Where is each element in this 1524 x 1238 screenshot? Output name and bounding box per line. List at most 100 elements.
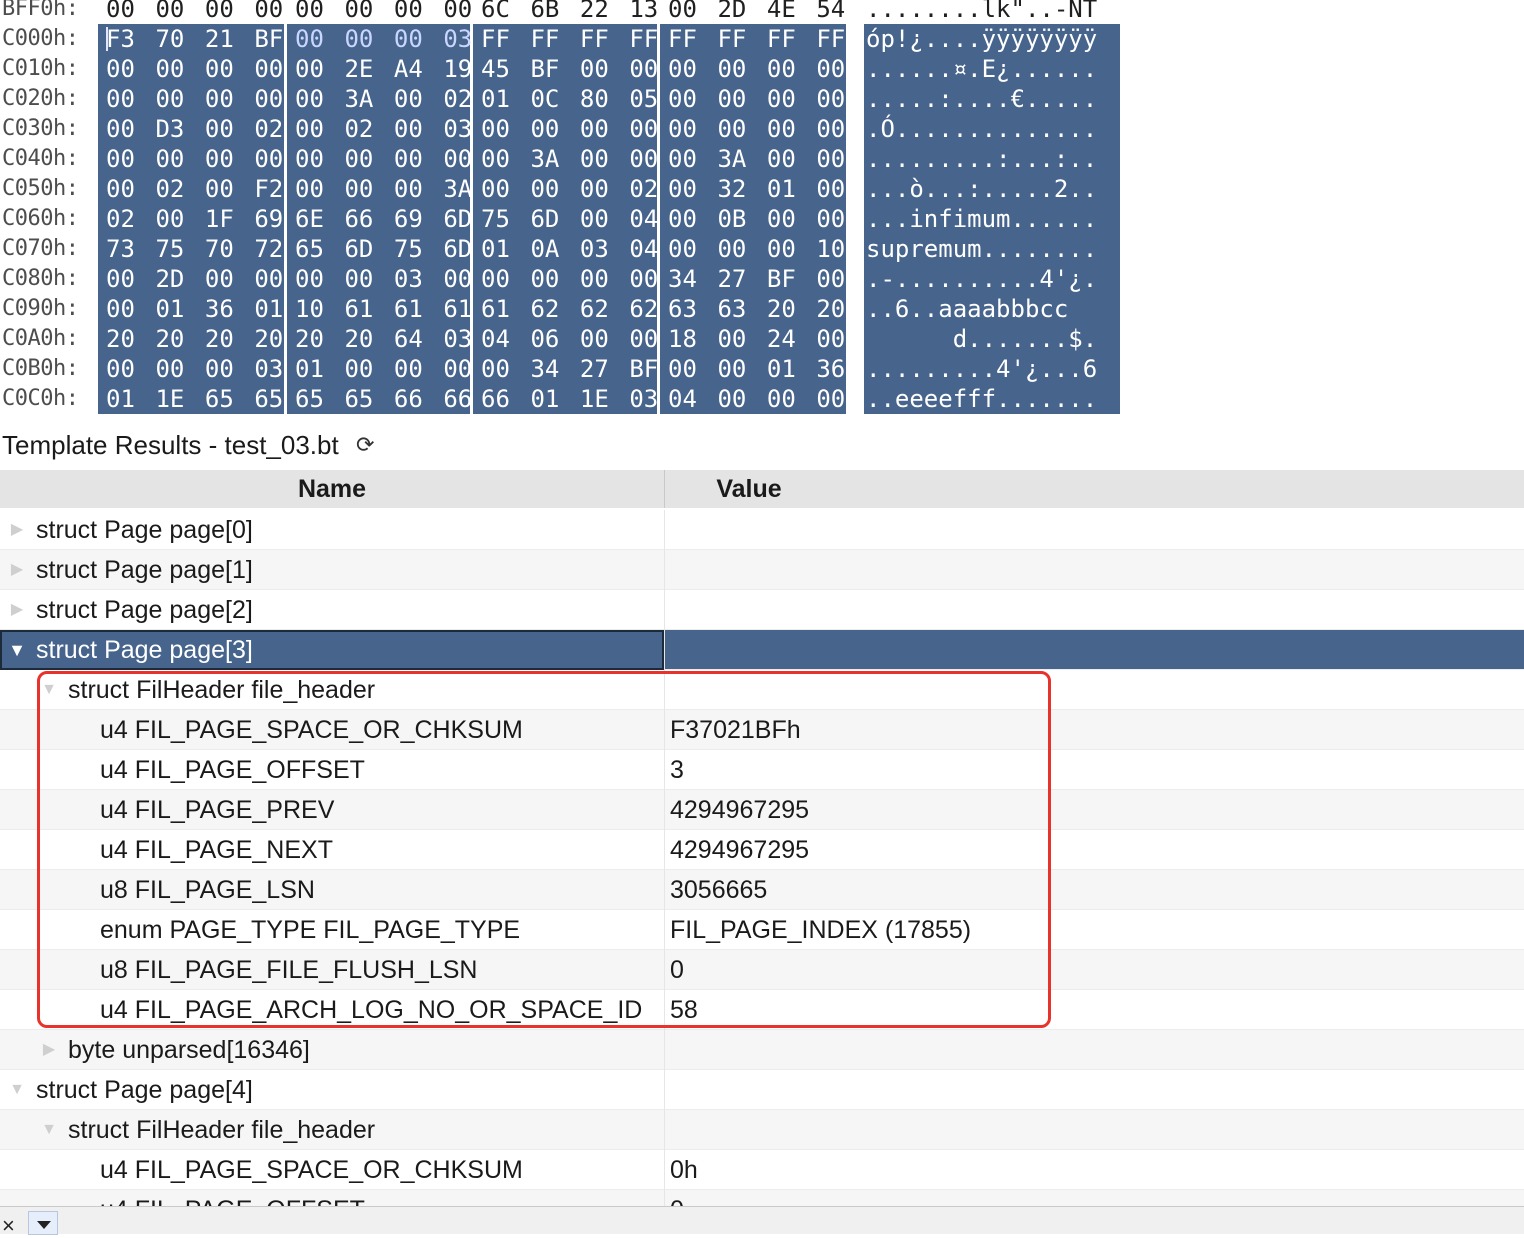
hex-byte[interactable]: 04 xyxy=(668,384,703,414)
hex-byte-group[interactable]: 00 0B 00 00 xyxy=(660,204,846,234)
hex-byte[interactable]: 65 xyxy=(295,234,330,264)
hex-byte[interactable]: 00 xyxy=(254,144,289,174)
hex-byte[interactable]: 00 xyxy=(530,264,565,294)
hex-byte[interactable]: 00 xyxy=(580,324,615,354)
hex-byte-group[interactable]: 00 34 27 BF xyxy=(473,354,658,384)
hex-byte[interactable]: 00 xyxy=(205,84,240,114)
hex-byte-group[interactable]: 6C 6B 22 13 xyxy=(473,0,658,24)
hex-byte[interactable]: 00 xyxy=(481,114,516,144)
hex-byte[interactable]: 00 xyxy=(481,354,516,384)
hex-byte[interactable]: 00 xyxy=(205,0,240,24)
hex-byte[interactable]: 00 xyxy=(717,324,752,354)
hex-byte[interactable]: 00 xyxy=(580,264,615,294)
hex-byte[interactable]: 01 xyxy=(530,384,565,414)
hex-byte-group[interactable]: 00 00 01 36 xyxy=(660,354,846,384)
collapsed-triangle-icon[interactable]: ▶ xyxy=(6,590,28,630)
hex-byte[interactable]: 00 xyxy=(580,174,615,204)
hex-byte[interactable]: 00 xyxy=(816,174,851,204)
hex-byte[interactable]: 75 xyxy=(481,204,516,234)
tree-row[interactable]: u8 FIL_PAGE_FILE_FLUSH_LSN 0 xyxy=(0,950,1524,990)
hex-byte[interactable]: 00 xyxy=(530,174,565,204)
tree-row[interactable]: u4 FIL_PAGE_NEXT 4294967295 xyxy=(0,830,1524,870)
hex-byte[interactable]: 00 xyxy=(106,84,141,114)
hex-byte[interactable]: FF xyxy=(530,24,565,54)
hex-row-ascii[interactable]: ...ò...:.....2.. xyxy=(864,174,1120,204)
hex-row[interactable]: BFF0h: 00 00 00 00 00 00 00 00 6C 6B 22 13 0… xyxy=(0,0,1524,24)
dropdown-button[interactable] xyxy=(28,1211,58,1235)
expanded-triangle-icon[interactable]: ▼ xyxy=(6,1070,28,1110)
hex-row[interactable]: C080h: 00 2D 00 00 00 00 03 00 00 00 00 00 3… xyxy=(0,264,1524,294)
hex-byte[interactable]: 00 xyxy=(816,204,851,234)
hex-byte[interactable]: 3A xyxy=(530,144,565,174)
hex-byte[interactable]: 00 xyxy=(106,294,141,324)
hex-row-ascii[interactable]: supremum........ xyxy=(864,234,1120,264)
hex-byte[interactable]: 00 xyxy=(106,54,141,84)
hex-byte[interactable]: 1F xyxy=(205,204,240,234)
hex-row-ascii[interactable]: .-..........4'¿. xyxy=(864,264,1120,294)
hex-byte[interactable]: 63 xyxy=(717,294,752,324)
hex-byte[interactable]: 00 xyxy=(155,204,190,234)
tree-row[interactable]: enum PAGE_TYPE FIL_PAGE_TYPE FIL_PAGE_IND… xyxy=(0,910,1524,950)
hex-byte[interactable]: 00 xyxy=(254,264,289,294)
hex-byte[interactable]: 00 xyxy=(155,144,190,174)
hex-byte[interactable]: 00 xyxy=(205,144,240,174)
hex-row-ascii[interactable]: .Ó.............. xyxy=(864,114,1120,144)
hex-row-ascii[interactable]: ......¤.E¿...... xyxy=(864,54,1120,84)
hex-byte[interactable]: 02 xyxy=(155,174,190,204)
hex-byte[interactable]: 6C xyxy=(481,0,516,24)
hex-byte[interactable]: 66 xyxy=(344,204,379,234)
hex-byte[interactable]: BF xyxy=(530,54,565,84)
hex-byte[interactable]: 62 xyxy=(580,294,615,324)
hex-row-ascii[interactable]: .........:...:.. xyxy=(864,144,1120,174)
hex-byte[interactable]: 20 xyxy=(205,324,240,354)
hex-byte-group[interactable]: 00 00 00 00 xyxy=(473,114,658,144)
hex-byte[interactable]: 0A xyxy=(530,234,565,264)
hex-byte[interactable]: 03 xyxy=(394,264,429,294)
hex-byte-group[interactable]: 00 00 03 00 xyxy=(287,264,472,294)
hex-byte[interactable]: 00 xyxy=(295,114,330,144)
hex-byte-group[interactable]: 6E 66 69 6D xyxy=(287,204,472,234)
hex-byte[interactable]: 80 xyxy=(580,84,615,114)
hex-byte[interactable]: 20 xyxy=(254,324,289,354)
hex-byte[interactable]: 00 xyxy=(717,354,752,384)
hex-byte[interactable]: 0B xyxy=(717,204,752,234)
hex-byte-group[interactable]: 00 00 00 10 xyxy=(660,234,846,264)
hex-byte[interactable]: 00 xyxy=(767,384,802,414)
hex-byte[interactable]: 00 xyxy=(295,24,330,54)
hex-byte[interactable]: 00 xyxy=(295,84,330,114)
hex-byte-group[interactable]: 01 0A 03 04 xyxy=(473,234,658,264)
hex-byte[interactable]: 00 xyxy=(767,114,802,144)
hex-byte[interactable]: 00 xyxy=(344,174,379,204)
hex-byte[interactable]: 01 xyxy=(767,174,802,204)
hex-byte[interactable]: 54 xyxy=(816,0,851,24)
hex-byte-group[interactable]: 00 2D 00 00 xyxy=(98,264,284,294)
hex-byte[interactable]: 73 xyxy=(106,234,141,264)
hex-byte[interactable]: BF xyxy=(767,264,802,294)
hex-byte[interactable]: 2E xyxy=(344,54,379,84)
hex-byte[interactable]: 69 xyxy=(254,204,289,234)
hex-byte[interactable]: 00 xyxy=(344,144,379,174)
hex-byte[interactable]: D3 xyxy=(155,114,190,144)
hex-byte-group[interactable]: 73 75 70 72 xyxy=(98,234,284,264)
hex-byte[interactable]: F3 xyxy=(106,24,141,54)
expanded-triangle-icon[interactable]: ▼ xyxy=(38,670,60,710)
hex-byte[interactable]: 00 xyxy=(344,0,379,24)
hex-byte[interactable]: 00 xyxy=(394,354,429,384)
hex-byte[interactable]: 20 xyxy=(816,294,851,324)
hex-byte[interactable]: 00 xyxy=(394,114,429,144)
hex-byte[interactable]: 18 xyxy=(668,324,703,354)
hex-byte[interactable]: 00 xyxy=(530,114,565,144)
hex-byte-group[interactable]: 00 02 00 F2 xyxy=(98,174,284,204)
hex-byte-group[interactable]: 00 00 00 02 xyxy=(473,174,658,204)
hex-byte[interactable]: 00 xyxy=(295,144,330,174)
hex-byte[interactable]: 00 xyxy=(254,54,289,84)
hex-byte-group[interactable]: 65 6D 75 6D xyxy=(287,234,472,264)
hex-byte[interactable]: 00 xyxy=(106,174,141,204)
collapsed-triangle-icon[interactable]: ▶ xyxy=(6,510,28,550)
hex-byte-group[interactable]: 63 63 20 20 xyxy=(660,294,846,324)
hex-byte[interactable]: 20 xyxy=(344,324,379,354)
hex-byte-group[interactable]: 00 00 00 03 xyxy=(98,354,284,384)
hex-byte-group[interactable]: 00 3A 00 02 xyxy=(287,84,472,114)
hex-row[interactable]: C070h: 73 75 70 72 65 6D 75 6D 01 0A 03 04 0… xyxy=(0,234,1524,264)
hex-byte[interactable]: FF xyxy=(717,24,752,54)
